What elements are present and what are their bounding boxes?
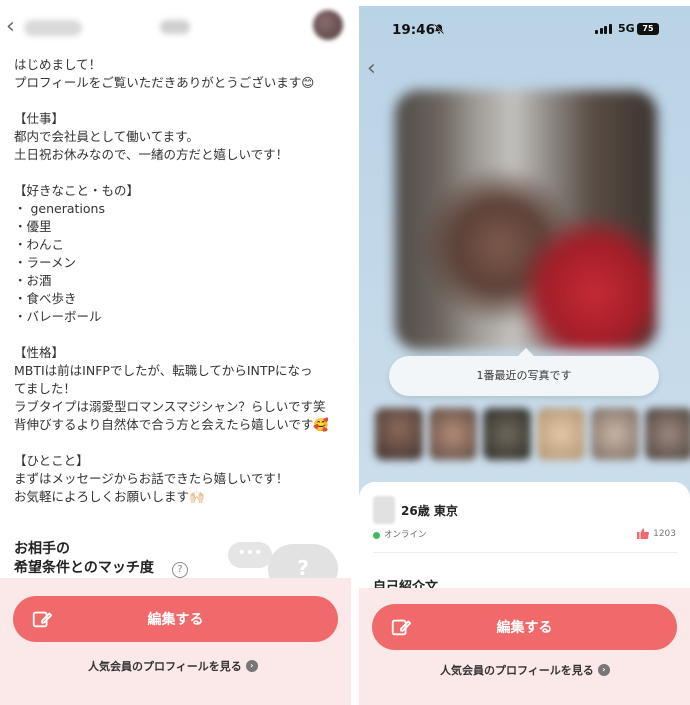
online-status-icon <box>373 532 380 539</box>
popular-link-label: 人気会員のプロフィールを見る <box>440 664 594 677</box>
blurred-header-text <box>160 20 190 34</box>
popular-profiles-link[interactable]: 人気会員のプロフィールを見る › <box>440 662 610 678</box>
back-chevron-icon[interactable]: ‹ <box>6 14 15 39</box>
profile-preview-screen: 19:46 5G 75 ‹ 1番最近の写真です 26歳 東京 オンライン 120… <box>359 6 690 705</box>
chevron-right-icon: › <box>597 664 610 676</box>
thumbnail[interactable] <box>375 408 423 460</box>
edit-button[interactable]: 編集する <box>372 604 677 650</box>
bio-line: 土日祝お休みなので、一緒の方だと嬉しいです！ <box>14 147 289 162</box>
self-introduction-text: はじめまして！ プロフィールをご覧いただきありがとうございます😊 【仕事】都内で会… <box>14 56 344 506</box>
bio-line: 【仕事】 <box>14 111 65 126</box>
edit-button[interactable]: 編集する <box>13 596 338 642</box>
popular-link-label: 人気会員のプロフィールを見る <box>88 660 242 673</box>
help-icon[interactable]: ? <box>172 562 188 578</box>
bio-line: ・ラーメン <box>14 255 77 270</box>
bio-line: 背伸びするより自然体で合う方と会えたら嬉しいです🥰 <box>14 417 329 432</box>
bio-line: ・お酒 <box>14 273 52 288</box>
bio-line: てました！ <box>14 381 76 396</box>
speech-dots-icon: ••• <box>228 542 272 568</box>
age-location: 26歳 東京 <box>401 504 458 518</box>
bio-line: まずはメッセージからお話できたら嬉しいです！ <box>14 471 289 486</box>
bio-line: MBTIは前はINFPでしたが、転職してからINTPになっ <box>14 363 313 378</box>
profile-edit-screen: ‹ はじめまして！ プロフィールをご覧いただきありがとうございます😊 【仕事】都内… <box>0 0 351 705</box>
popular-profiles-link[interactable]: 人気会員のプロフィールを見る › <box>88 658 258 674</box>
online-status: オンライン <box>384 530 427 540</box>
bio-line: 【ひとこと】 <box>14 453 89 468</box>
network-type: 5G <box>618 22 635 35</box>
blurred-username <box>24 20 82 36</box>
thumbnail[interactable] <box>591 408 639 460</box>
top-bar: ‹ <box>0 0 351 50</box>
bio-line <box>14 434 344 452</box>
photo-tooltip: 1番最近の写真です <box>389 348 659 396</box>
bio-line: プロフィールをご覧いただきありがとうございます😊 <box>14 75 315 90</box>
status-bar: 19:46 5G 75 <box>359 6 690 50</box>
photo-thumbnails <box>375 408 690 460</box>
muted-bell-icon <box>433 23 445 35</box>
thumbnail[interactable] <box>645 408 690 460</box>
edit-button-label: 編集する <box>147 612 204 628</box>
main-profile-photo[interactable] <box>395 90 657 350</box>
pencil-icon <box>391 619 412 636</box>
avatar[interactable] <box>313 10 343 40</box>
bio-line: はじめまして！ <box>14 57 102 72</box>
bio-line: ラブタイプは溺愛型ロマンスマジシャン？らしいです笑 <box>14 399 326 414</box>
chevron-right-icon: › <box>245 660 258 672</box>
battery-icon: 75 <box>637 23 659 35</box>
back-chevron-icon[interactable]: ‹ <box>367 56 376 81</box>
like-count: 1203 <box>637 528 676 539</box>
status-time: 19:46 <box>392 22 435 38</box>
bio-line: お気軽によろしくお願いします🙌🏻 <box>14 489 205 504</box>
thumbs-up-icon <box>637 528 650 539</box>
thumbnail[interactable] <box>429 408 477 460</box>
match-section: お相手の 希望条件とのマッチ度 ? ? ••• <box>14 540 344 594</box>
bio-line: 【性格】 <box>14 345 65 360</box>
bio-line: ・わんこ <box>14 237 65 252</box>
avatar <box>373 496 395 524</box>
bio-line: 【好きなこと・もの】 <box>14 183 140 198</box>
bio-line <box>14 326 344 344</box>
bio-line: 都内で会社員として働いてます。 <box>14 129 199 144</box>
bio-line: ・食べ歩き <box>14 291 77 306</box>
divider <box>373 552 677 553</box>
signal-icon <box>595 24 612 34</box>
bio-line: ・バレーボール <box>14 309 102 324</box>
bio-line: ・優里 <box>14 219 52 234</box>
pencil-icon <box>32 611 53 628</box>
thumbnail[interactable] <box>537 408 585 460</box>
bio-line <box>14 92 344 110</box>
thumbnail[interactable] <box>483 408 531 460</box>
edit-button-label: 編集する <box>496 620 553 636</box>
bio-line <box>14 164 344 182</box>
like-count-value: 1203 <box>653 528 676 539</box>
bio-line: ・ generations <box>14 201 105 216</box>
